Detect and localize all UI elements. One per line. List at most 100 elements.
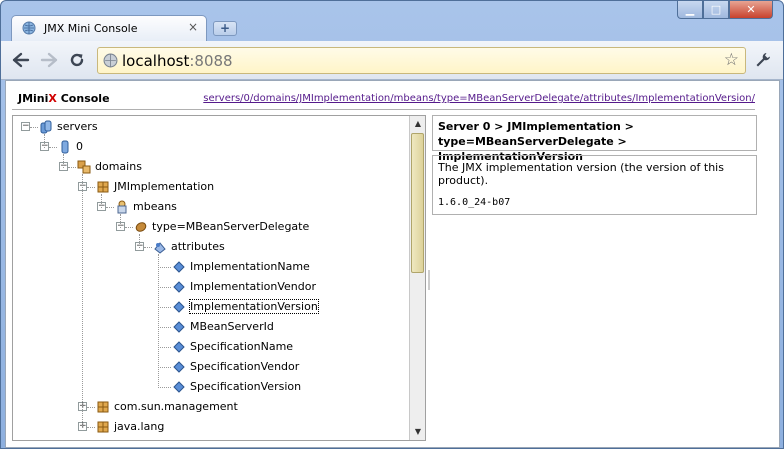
collapse-icon[interactable]: − xyxy=(21,122,30,131)
attribute-icon xyxy=(173,301,185,313)
tree-node-label[interactable]: 0 xyxy=(76,140,83,153)
url-host: localhost xyxy=(122,52,190,70)
domain-icon xyxy=(97,401,109,413)
attribute-description: The JMX implementation version (the vers… xyxy=(438,161,724,187)
browser-tab[interactable]: JMX Mini Console × xyxy=(11,15,207,41)
detail-title: Server 0 > JMImplementation > type=MBean… xyxy=(432,115,757,163)
tree-connector xyxy=(63,154,64,168)
title-bar: JMX Mini Console × + ▁ □ ✕ xyxy=(1,1,783,41)
tree-node-label[interactable]: servers xyxy=(57,120,98,133)
tree-node-label[interactable]: MBeanServerId xyxy=(190,320,274,333)
page-globe-icon xyxy=(103,53,118,68)
tree-connector xyxy=(139,234,140,248)
tree-connector xyxy=(144,247,152,248)
console-brand: JMiniX Console xyxy=(18,92,110,105)
attribute-icon xyxy=(173,321,185,333)
mbean-icon xyxy=(135,222,147,232)
tree-node-label[interactable]: type=MBeanServerDelegate xyxy=(152,220,309,233)
tree-node[interactable]: − mbeans xyxy=(13,198,409,216)
pane-splitter[interactable] xyxy=(427,115,431,441)
reload-button[interactable] xyxy=(67,51,87,69)
tree-connector xyxy=(87,187,95,188)
brand-x: X xyxy=(48,92,57,105)
servers-icon xyxy=(40,120,52,134)
arrow-left-icon xyxy=(12,52,30,68)
tree-node-label[interactable]: java.lang xyxy=(114,420,164,433)
tab-title: JMX Mini Console xyxy=(44,22,138,35)
tree-connector xyxy=(125,227,133,228)
breadcrumb-link[interactable]: servers/0/domains/JMImplementation/mbean… xyxy=(203,93,755,104)
mbean-tree: − servers −0 − domains − JMImplementation − mbea… xyxy=(12,115,426,441)
domain-icon xyxy=(97,181,109,193)
tree-node-label[interactable]: com.sun.management xyxy=(114,400,238,413)
url-text: localhost:8088 xyxy=(122,52,233,70)
brand-suffix: Console xyxy=(56,92,110,105)
tree-node[interactable]: −0 xyxy=(13,138,409,156)
maximize-button[interactable]: □ xyxy=(703,1,729,19)
scrollbar-thumb[interactable] xyxy=(411,133,424,273)
scroll-up-icon[interactable]: ▲ xyxy=(411,117,425,131)
tree-node[interactable]: + java.lang xyxy=(13,418,409,436)
tree-scrollbar[interactable]: ▲ ▼ xyxy=(409,116,425,440)
tree-node-label[interactable]: mbeans xyxy=(133,200,177,213)
scroll-down-icon[interactable]: ▼ xyxy=(411,425,425,439)
forward-button[interactable] xyxy=(39,51,59,69)
tree-node-label[interactable]: domains xyxy=(95,160,142,173)
window-controls: ▁ □ ✕ xyxy=(677,1,773,20)
tree-node-label[interactable]: SpecificationVendor xyxy=(190,360,299,373)
tree-node[interactable]: − domains xyxy=(13,158,409,176)
tree-node[interactable]: − type=MBeanServerDelegate xyxy=(13,218,409,236)
tree-node-label[interactable]: ImplementationName xyxy=(190,260,310,273)
attribute-icon xyxy=(173,361,185,373)
attribute-value: 1.6.0_24-b07 xyxy=(438,197,511,208)
wrench-glyph xyxy=(756,53,770,67)
tree-node-label[interactable]: ImplementationVersion xyxy=(189,299,319,314)
tab-close-icon[interactable]: × xyxy=(188,20,198,34)
star-icon[interactable]: ☆ xyxy=(724,50,739,70)
tree-node-label[interactable]: SpecificationName xyxy=(190,340,293,353)
tree-node[interactable]: + com.sun.management xyxy=(13,398,409,416)
address-bar[interactable]: localhost:8088 ☆ xyxy=(97,47,746,74)
tree-connector xyxy=(120,214,121,228)
browser-window: JMX Mini Console × + ▁ □ ✕ localhost:808… xyxy=(0,0,784,449)
tree-node[interactable]: SpecificationName xyxy=(13,338,409,356)
tree-node-label[interactable]: SpecificationVersion xyxy=(190,380,301,393)
splitter-grip xyxy=(428,270,430,290)
tree-node[interactable]: − servers xyxy=(13,118,409,136)
page-content: JMiniX Console servers/0/domains/JMImple… xyxy=(5,80,780,448)
wrench-icon[interactable] xyxy=(754,51,774,69)
tree-connector xyxy=(158,327,171,328)
tree-node-label[interactable]: JMImplementation xyxy=(114,180,214,193)
tree-node[interactable]: MBeanServerId xyxy=(13,318,409,336)
domains-icon xyxy=(77,160,91,174)
tree-connector xyxy=(68,167,76,168)
minimize-button[interactable]: ▁ xyxy=(677,1,703,19)
tree-node[interactable]: − JMImplementation xyxy=(13,178,409,196)
tree-node-label[interactable]: ImplementationVendor xyxy=(190,280,316,293)
arrow-right-icon xyxy=(40,52,58,68)
tree-node[interactable]: SpecificationVersion xyxy=(13,378,409,396)
url-port: :8088 xyxy=(189,52,233,70)
attribute-icon xyxy=(173,381,185,393)
tree-node[interactable]: ImplementationVendor xyxy=(13,278,409,296)
tree-node[interactable]: SpecificationVendor xyxy=(13,358,409,376)
tree-connector xyxy=(158,347,171,348)
console-header: JMiniX Console servers/0/domains/JMImple… xyxy=(12,85,755,110)
tree-connector xyxy=(158,287,171,288)
tree-node[interactable]: ImplementationVersion xyxy=(13,298,409,316)
tree-connector xyxy=(158,267,171,268)
new-tab-button[interactable]: + xyxy=(213,21,237,36)
globe-icon xyxy=(22,21,36,35)
brand-prefix: JMini xyxy=(18,92,49,105)
tree-node[interactable]: ImplementationName xyxy=(13,258,409,276)
tree-connector xyxy=(158,367,171,368)
back-button[interactable] xyxy=(11,51,31,69)
tree-connector xyxy=(158,307,171,308)
tree-node-label[interactable]: attributes xyxy=(171,240,225,253)
domain-icon xyxy=(97,421,109,433)
close-window-button[interactable]: ✕ xyxy=(729,1,773,19)
tree-node[interactable]: − attributes xyxy=(13,238,409,256)
mbeans-icon xyxy=(117,200,127,214)
tree-connector xyxy=(158,387,171,388)
tree-connector xyxy=(106,207,114,208)
